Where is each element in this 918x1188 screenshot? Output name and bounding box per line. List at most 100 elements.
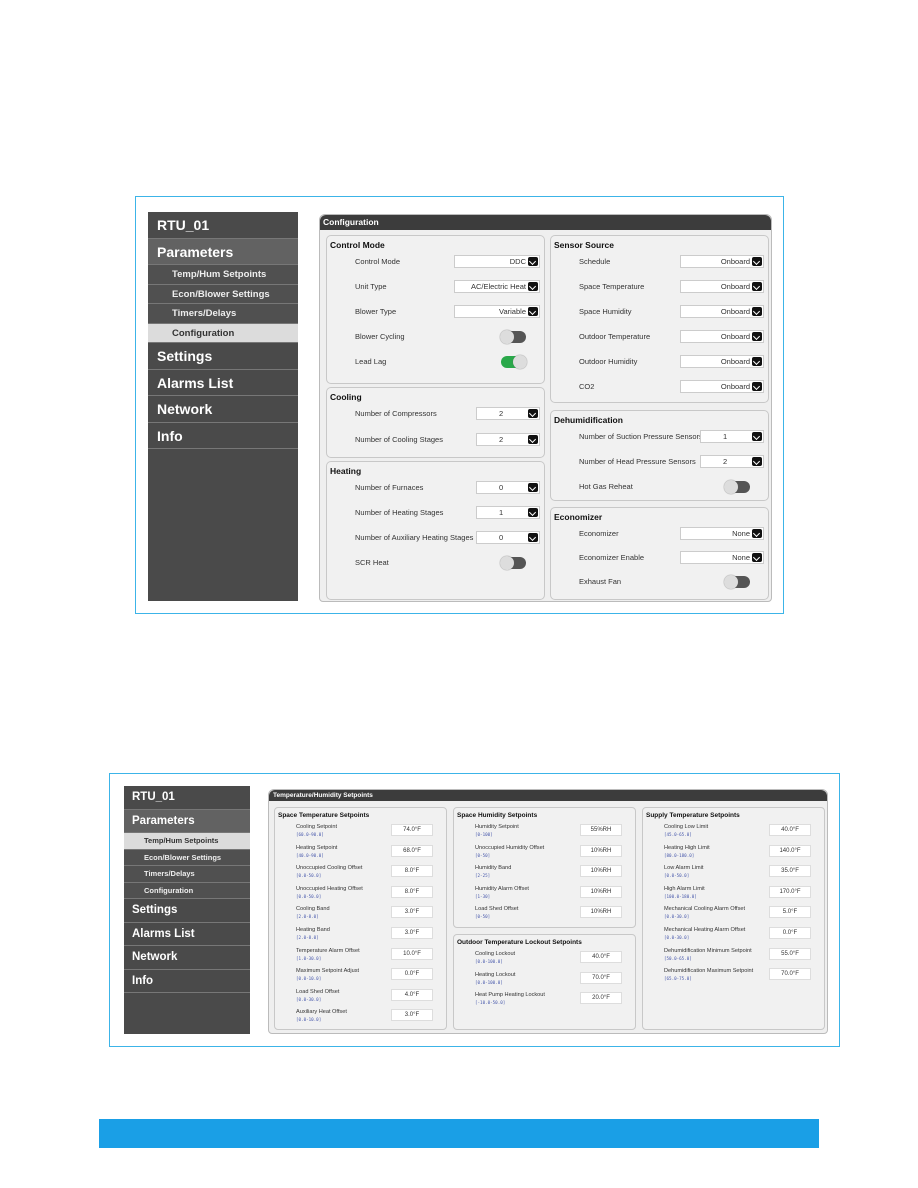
- cooling-lockout-input[interactable]: 40.0°F: [580, 951, 622, 963]
- control-mode-select[interactable]: DDC: [454, 255, 540, 268]
- heating-setpoint-input[interactable]: 68.0°F: [391, 844, 433, 857]
- sidebar-item-alarms-list[interactable]: Alarms List: [148, 370, 298, 396]
- field-range: [0.0-100.0]: [475, 959, 503, 964]
- number-of-auxiliary-heating-stages-select[interactable]: 0: [476, 531, 540, 544]
- unoccupied-heating-offset-input[interactable]: 8.0°F: [391, 885, 433, 898]
- economizer-select[interactable]: None: [680, 527, 764, 540]
- cooling-setpoint-input[interactable]: 74.0°F: [391, 824, 433, 836]
- field-label: Humidity Alarm Offset: [475, 885, 529, 892]
- hot-gas-reheat-toggle[interactable]: [724, 480, 750, 494]
- chevron-down-icon: [752, 457, 762, 466]
- sidebar-item-settings[interactable]: Settings: [124, 899, 250, 923]
- load-shed-offset-input[interactable]: 4.0°F: [391, 988, 433, 1001]
- sidebar-item-temp-hum-setpoints[interactable]: Temp/Hum Setpoints: [148, 265, 298, 285]
- field-label: Heating Band: [296, 927, 330, 933]
- humidity-setpoint-input[interactable]: 55%RH: [580, 824, 622, 836]
- sidebar-item-network[interactable]: Network: [148, 396, 298, 423]
- configuration-panel: Configuration Control Mode Control Mode DDC…: [319, 214, 772, 602]
- co2-select[interactable]: Onboard: [680, 380, 764, 393]
- blower-type-select[interactable]: Variable: [454, 305, 540, 318]
- dehumidification-maximum-setpoint-input[interactable]: 70.0°F: [769, 968, 811, 981]
- sidebar-item-configuration[interactable]: Configuration: [124, 882, 250, 899]
- sidebar-item-info[interactable]: Info: [124, 970, 250, 993]
- number-of-furnaces-select[interactable]: 0: [476, 481, 540, 494]
- sidebar-item-temp-hum-setpoints[interactable]: Temp/Hum Setpoints: [124, 833, 250, 850]
- scr-heat-toggle[interactable]: [500, 556, 526, 570]
- cooling-band-input[interactable]: 3.0°F: [391, 906, 433, 919]
- auxiliary-heat-offset-input[interactable]: 3.0°F: [391, 1009, 433, 1022]
- load-shed-offset-input[interactable]: 10%RH: [580, 906, 622, 919]
- sidebar-item-timers-delays[interactable]: Timers/Delays: [124, 866, 250, 883]
- field-range: [0-50]: [475, 852, 491, 858]
- heat-pump-heating-lockout-input[interactable]: 20.0°F: [580, 992, 622, 1005]
- sidebar-item-econ-blower-settings[interactable]: Econ/Blower Settings: [148, 284, 298, 304]
- low-alarm-limit-input[interactable]: 35.0°F: [769, 865, 811, 878]
- unoccupied-humidity-offset-input[interactable]: 10%RH: [580, 844, 622, 857]
- maximum-setpoint-adjust-input[interactable]: 0.0°F: [391, 968, 433, 981]
- sidebar-item-alarms-list[interactable]: Alarms List: [124, 923, 250, 946]
- setpoints-panel: Temperature/Humidity Setpoints Space Temp…: [268, 789, 828, 1034]
- heating-lockout-input[interactable]: 70.0°F: [580, 971, 622, 984]
- sidebar-item-timers-delays[interactable]: Timers/Delays: [148, 304, 298, 324]
- temperature-alarm-offset-input[interactable]: 10.0°F: [391, 947, 433, 960]
- schedule-select[interactable]: Onboard: [680, 255, 764, 268]
- sidebar-item-parameters[interactable]: Parameters: [124, 809, 250, 833]
- chevron-down-icon: [752, 529, 762, 538]
- field-range: [0.0-30.0]: [296, 996, 322, 1002]
- sidebar: RTU_01 Parameters Temp/Hum Setpoints Econ/B…: [124, 786, 250, 1034]
- cooling-low-limit-input[interactable]: 40.0°F: [769, 824, 811, 836]
- unit-type-select[interactable]: AC/Electric Heat: [454, 280, 540, 293]
- group-title: Space Temperature Setpoints: [278, 812, 370, 819]
- unoccupied-cooling-offset-input[interactable]: 8.0°F: [391, 865, 433, 878]
- field-label: Number of Auxiliary Heating Stages: [355, 533, 474, 542]
- number-of-heating-stages-select[interactable]: 1: [476, 506, 540, 519]
- mechanical-heating-alarm-offset-input[interactable]: 0.0°F: [769, 927, 811, 939]
- high-alarm-limit-input[interactable]: 170.0°F: [769, 885, 811, 898]
- mechanical-cooling-alarm-offset-input[interactable]: 5.0°F: [769, 906, 811, 919]
- field-label: CO2: [579, 382, 595, 391]
- exhaust-fan-toggle[interactable]: [724, 575, 750, 589]
- space-humidity-select[interactable]: Onboard: [680, 305, 764, 318]
- lead-lag-toggle[interactable]: [501, 355, 527, 369]
- heating-band-input[interactable]: 3.0°F: [391, 927, 433, 939]
- field-label: Heating Setpoint: [296, 844, 338, 851]
- humidity-alarm-offset-input[interactable]: 10%RH: [580, 885, 622, 898]
- economizer-enable-select[interactable]: None: [680, 551, 764, 564]
- sidebar-item-rtu-01[interactable]: RTU_01: [124, 786, 250, 810]
- number-of-head-pressure-sensors-select[interactable]: 2: [700, 455, 764, 468]
- chevron-down-icon: [528, 307, 538, 316]
- dehumidification-minimum-setpoint-input[interactable]: 55.0°F: [769, 947, 811, 960]
- field-label: Cooling Band: [296, 906, 330, 913]
- field-label: Temperature Alarm Offset: [296, 947, 360, 954]
- humidity-band-input[interactable]: 10%RH: [580, 865, 622, 878]
- sidebar-item-network[interactable]: Network: [124, 946, 250, 970]
- space-temperature-select[interactable]: Onboard: [680, 280, 764, 293]
- sidebar-item-configuration[interactable]: Configuration: [148, 323, 298, 343]
- selected-value: AC/Electric Heat: [470, 282, 526, 291]
- group-title: Heating: [330, 466, 362, 476]
- sidebar-item-rtu-01[interactable]: RTU_01: [148, 212, 298, 239]
- selected-value: DDC: [509, 257, 526, 266]
- field-label: Auxiliary Heat Offset: [296, 1009, 347, 1016]
- field-range: [0-50]: [475, 914, 491, 920]
- heating-high-limit-input[interactable]: 140.0°F: [769, 844, 811, 857]
- chevron-down-icon: [752, 257, 762, 266]
- blower-cycling-toggle[interactable]: [500, 330, 526, 344]
- sidebar-item-settings[interactable]: Settings: [148, 343, 298, 370]
- chevron-down-icon: [752, 332, 762, 341]
- footer-bar: [99, 1119, 819, 1148]
- field-label: Outdoor Temperature: [579, 332, 651, 341]
- outdoor-humidity-select[interactable]: Onboard: [680, 355, 764, 368]
- outdoor-temperature-select[interactable]: Onboard: [680, 330, 764, 343]
- number-of-compressors-select[interactable]: 2: [476, 407, 540, 420]
- sidebar: RTU_01 Parameters Temp/Hum Setpoints Econ/B…: [148, 212, 298, 601]
- sidebar-item-econ-blower-settings[interactable]: Econ/Blower Settings: [124, 849, 250, 866]
- sidebar-item-info[interactable]: Info: [148, 423, 298, 449]
- chevron-down-icon: [752, 382, 762, 391]
- sidebar-item-parameters[interactable]: Parameters: [148, 238, 298, 265]
- number-of-suction-pressure-sensors-select[interactable]: 1: [700, 430, 764, 443]
- group-title: Space Humidity Setpoints: [457, 812, 538, 819]
- number-of-cooling-stages-select[interactable]: 2: [476, 432, 540, 446]
- group-supply-temperature-setpoints: Supply Temperature Setpoints Cooling Low …: [642, 807, 825, 1030]
- field-range: [2.0-8.0]: [296, 914, 319, 920]
